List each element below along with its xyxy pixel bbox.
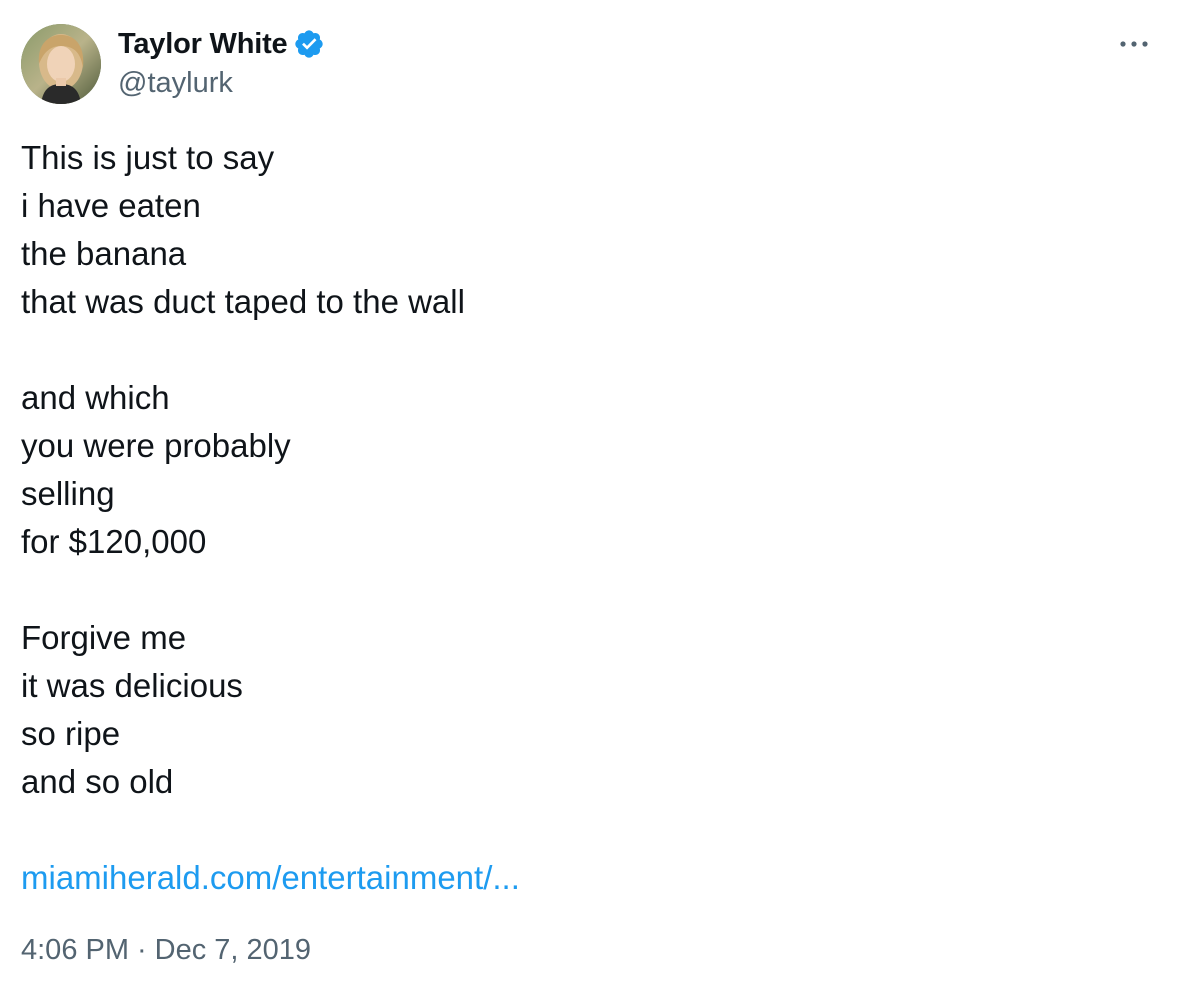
tweet-card: Taylor White @taylurk This is just to sa… xyxy=(0,0,1178,984)
tweet-line: you were probably xyxy=(21,427,291,464)
tweet-date: Dec 7, 2019 xyxy=(154,934,312,966)
author-block: Taylor White @taylurk xyxy=(118,24,325,102)
tweet-line: Forgive me xyxy=(21,619,187,656)
verified-badge-icon[interactable] xyxy=(293,28,325,60)
tweet-line: the banana xyxy=(21,235,187,272)
stanza-3: Forgive me it was delicious so ripe and … xyxy=(21,614,1141,806)
tweet-line: it was delicious xyxy=(21,667,243,704)
avatar-image xyxy=(21,24,101,104)
tweet-line: This is just to say xyxy=(21,139,275,176)
article-link[interactable]: miamiherald.com/entertainment/... xyxy=(21,854,1141,902)
stanza-1: This is just to say i have eaten the ban… xyxy=(21,134,1141,326)
avatar[interactable] xyxy=(21,24,101,104)
display-name[interactable]: Taylor White xyxy=(118,28,288,61)
tweet-line: i have eaten xyxy=(21,187,201,224)
tweet-line: selling xyxy=(21,475,115,512)
tweet-line: for $120,000 xyxy=(21,523,207,560)
tweet-time: 4:06 PM xyxy=(21,934,129,966)
tweet-line: and which xyxy=(21,379,170,416)
tweet-timestamp[interactable]: 4:06 PM · Dec 7, 2019 xyxy=(21,930,311,970)
handle[interactable]: @taylurk xyxy=(118,64,325,102)
stanza-2: and which you were probably selling for … xyxy=(21,374,1141,566)
tweet-line: that was duct taped to the wall xyxy=(21,283,465,320)
tweet-line: and so old xyxy=(21,763,174,800)
tweet-text: This is just to say i have eaten the ban… xyxy=(21,134,1141,902)
author-name-row: Taylor White xyxy=(118,24,325,64)
timestamp-separator: · xyxy=(137,934,147,966)
more-options-icon[interactable] xyxy=(1112,28,1156,60)
tweet-line: so ripe xyxy=(21,715,121,752)
